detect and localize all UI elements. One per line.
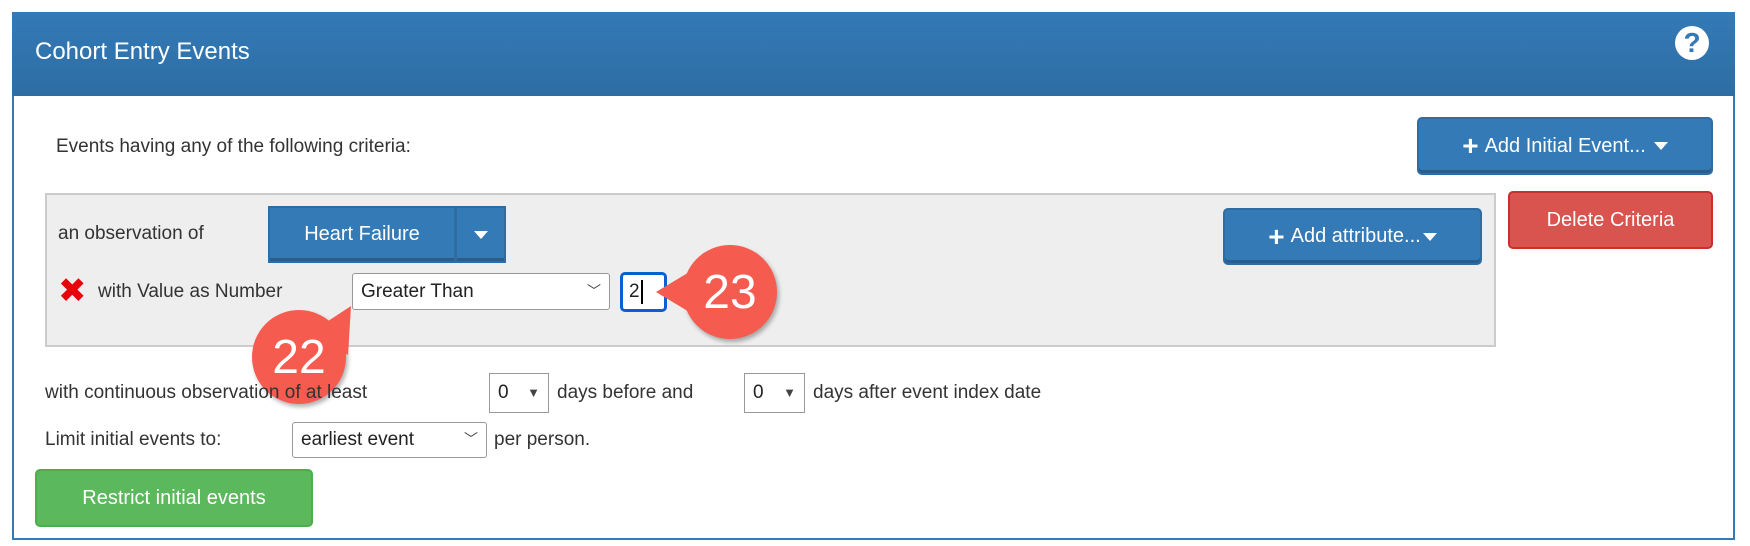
remove-attribute-icon[interactable]: ✖ xyxy=(58,274,87,308)
panel-header xyxy=(12,12,1735,96)
limit-suffix: per person. xyxy=(494,429,591,450)
question-circle-icon[interactable]: ? xyxy=(1675,26,1709,60)
add-initial-event-button[interactable]: + Add Initial Event... xyxy=(1417,117,1713,175)
restrict-initial-events-button[interactable]: Restrict initial events xyxy=(35,469,313,527)
observation-suffix: days after event index date xyxy=(813,382,1042,403)
observation-label: an observation of xyxy=(58,223,204,244)
caret-down-icon: ▼ xyxy=(527,384,540,400)
caret-down-icon xyxy=(473,230,488,239)
callout-23: 23 xyxy=(683,245,777,339)
add-attribute-button[interactable]: + Add attribute... xyxy=(1223,208,1482,265)
limit-prefix: Limit initial events to: xyxy=(45,429,222,450)
days-after-select[interactable]: 0 ▼ xyxy=(744,373,805,413)
panel-title: Cohort Entry Events xyxy=(35,38,250,65)
callout-23-pointer xyxy=(656,268,696,316)
operator-select[interactable]: Greater Than ﹀ xyxy=(352,273,610,310)
value-label: with Value as Number xyxy=(98,281,283,302)
limit-select[interactable]: earliest event ﹀ xyxy=(292,422,487,458)
concept-set-dropdown-toggle[interactable] xyxy=(455,206,506,263)
caret-down-icon: ▼ xyxy=(783,384,796,400)
observation-middle: days before and xyxy=(557,382,694,403)
intro-text: Events having any of the following crite… xyxy=(56,136,411,157)
delete-criteria-button[interactable]: Delete Criteria xyxy=(1508,191,1713,249)
chevron-down-icon: ﹀ xyxy=(464,431,478,447)
concept-set-button[interactable]: Heart Failure xyxy=(268,206,456,263)
caret-down-icon xyxy=(1422,232,1437,241)
plus-icon: + xyxy=(1268,220,1285,252)
days-before-select[interactable]: 0 ▼ xyxy=(489,373,549,413)
chevron-down-icon: ﹀ xyxy=(587,282,601,299)
plus-icon: + xyxy=(1462,130,1479,161)
caret-down-icon xyxy=(1653,142,1668,150)
observation-prefix: with continuous observation of at least xyxy=(45,382,368,403)
